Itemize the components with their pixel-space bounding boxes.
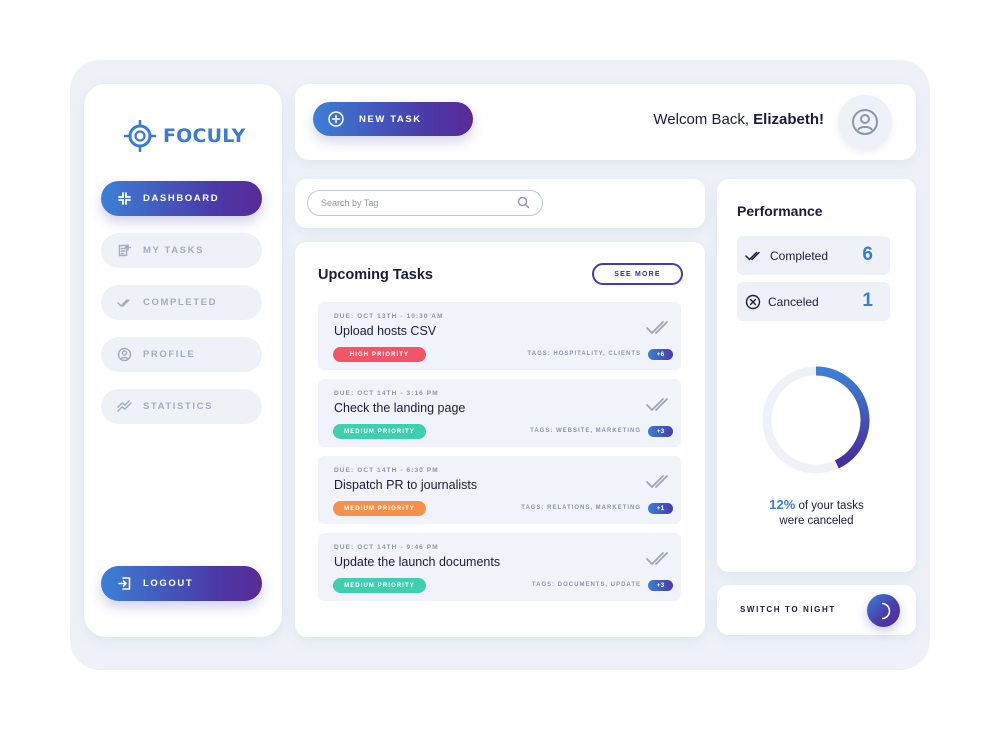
sidebar-item-dashboard[interactable]: DASHBOARD	[101, 181, 262, 216]
user-avatar-icon	[852, 109, 878, 135]
sidebar-item-profile[interactable]: PROFILE	[101, 337, 262, 372]
task-card[interactable]: DUE: OCT 14TH - 6:30 PM Dispatch PR to j…	[318, 456, 681, 524]
sidebar-item-statistics[interactable]: STATISTICS	[101, 389, 262, 424]
welcome-text: Welcom Back,	[653, 111, 754, 128]
tasks-icon	[118, 244, 132, 257]
tag-count-badge[interactable]: +6	[648, 349, 673, 360]
task-title: Upload hosts CSV	[334, 324, 437, 338]
search-icon[interactable]	[517, 196, 530, 209]
completed-value: 6	[862, 244, 873, 265]
priority-badge: MEDIUM PRIORITY	[333, 578, 426, 593]
double-check-icon[interactable]	[645, 397, 673, 413]
tag-count-badge[interactable]: +1	[648, 503, 673, 514]
priority-badge: MEDIUM PRIORITY	[333, 424, 426, 439]
sidebar-item-completed[interactable]: COMPLETED	[101, 285, 262, 320]
target-logo-icon	[124, 120, 157, 152]
upcoming-tasks-panel: Upcoming Tasks SEE MORE DUE: OCT 13TH - …	[295, 242, 705, 637]
new-task-button[interactable]: NEW TASK	[313, 102, 473, 136]
logo: FOCULY	[124, 120, 246, 152]
avatar-button[interactable]	[838, 95, 892, 149]
night-mode-label: SWITCH TO NIGHT	[740, 605, 836, 614]
tasks-title: Upcoming Tasks	[318, 267, 433, 283]
double-check-icon	[117, 299, 130, 307]
cancel-circle-icon	[745, 294, 761, 309]
caption-percent: 12%	[769, 497, 796, 512]
night-mode-toggle[interactable]	[867, 594, 900, 627]
task-tags: TAGS: RELATIONS, MARKETING	[521, 505, 641, 511]
sidebar-item-label: COMPLETED	[143, 297, 218, 308]
task-tags: TAGS: HOSPITALITY, CLIENTS	[527, 351, 641, 357]
task-due: DUE: OCT 14TH - 6:30 PM	[334, 467, 439, 474]
see-more-button[interactable]: SEE MORE	[592, 263, 683, 285]
task-title: Check the landing page	[334, 401, 466, 415]
sidebar-item-label: PROFILE	[143, 349, 196, 360]
canceled-value: 1	[862, 290, 873, 311]
priority-badge: HIGH PRIORITY	[333, 347, 426, 362]
task-title: Update the launch documents	[334, 555, 501, 569]
night-mode-panel: SWITCH TO NIGHT	[717, 585, 916, 635]
task-card[interactable]: DUE: OCT 13TH - 10:30 AM Upload hosts CS…	[318, 302, 681, 370]
header: NEW TASK Welcom Back, Elizabeth!	[295, 84, 916, 160]
task-tags: TAGS: DOCUMENTS, UPDATE	[531, 582, 641, 588]
search-box	[307, 190, 543, 216]
dashboard-icon	[118, 192, 131, 205]
priority-badge: MEDIUM PRIORITY	[333, 501, 426, 516]
canceled-label: Canceled	[768, 294, 819, 309]
sidebar: FOCULY DASHBOARD MY TASKS COMPLETED PROF…	[84, 84, 282, 637]
profile-icon	[117, 347, 132, 362]
performance-panel: Performance Completed 6 Canceled 1 12% o…	[717, 179, 916, 572]
completed-label: Completed	[770, 248, 829, 263]
performance-donut-chart	[762, 366, 870, 474]
search-panel	[295, 179, 705, 228]
task-due: DUE: OCT 14TH - 3:16 PM	[334, 390, 439, 397]
task-due: DUE: OCT 14TH - 9:46 PM	[334, 544, 439, 551]
task-card[interactable]: DUE: OCT 14TH - 9:46 PM Update the launc…	[318, 533, 681, 601]
double-check-icon[interactable]	[645, 474, 673, 490]
task-tags: TAGS: WEBSITE, MARKETING	[530, 428, 641, 434]
double-check-icon[interactable]	[645, 320, 673, 336]
chart-icon	[117, 400, 132, 412]
task-title: Dispatch PR to journalists	[334, 478, 478, 492]
welcome-message: Welcom Back, Elizabeth!	[653, 111, 824, 128]
double-check-icon[interactable]	[645, 551, 673, 567]
donut-arc	[815, 366, 870, 469]
canceled-stat: Canceled 1	[737, 282, 890, 321]
performance-caption: 12% of your tasks were canceled	[717, 497, 916, 529]
logout-icon	[118, 577, 131, 590]
caption-line1: of your tasks	[795, 500, 864, 512]
completed-stat: Completed 6	[737, 236, 890, 275]
performance-title: Performance	[737, 203, 823, 219]
task-due: DUE: OCT 13TH - 10:30 AM	[334, 313, 444, 320]
user-name: Elizabeth!	[753, 111, 824, 128]
tag-count-badge[interactable]: +3	[648, 426, 673, 437]
tag-count-badge[interactable]: +3	[648, 580, 673, 591]
new-task-label: NEW TASK	[359, 113, 422, 125]
sidebar-item-label: MY TASKS	[143, 245, 205, 256]
task-card[interactable]: DUE: OCT 14TH - 3:16 PM Check the landin…	[318, 379, 681, 447]
sidebar-item-label: STATISTICS	[143, 401, 214, 412]
double-check-icon	[745, 251, 760, 260]
search-input[interactable]	[321, 198, 501, 208]
sidebar-item-my-tasks[interactable]: MY TASKS	[101, 233, 262, 268]
logout-button[interactable]: LOGOUT	[101, 566, 262, 601]
brand-name: FOCULY	[163, 125, 246, 147]
logout-label: LOGOUT	[143, 578, 194, 589]
caption-line2: were canceled	[779, 515, 854, 527]
plus-circle-icon	[328, 111, 344, 127]
moon-icon	[881, 602, 890, 619]
sidebar-item-label: DASHBOARD	[143, 193, 220, 204]
